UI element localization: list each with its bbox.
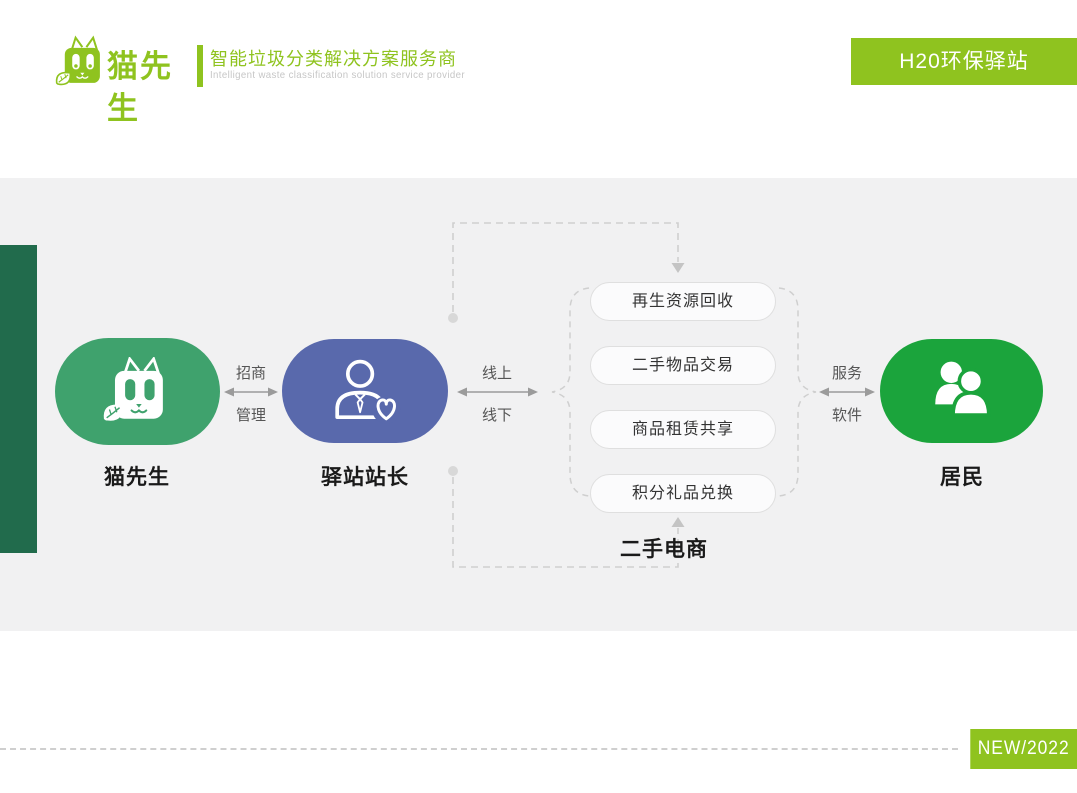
arrow1-label-bottom: 管理: [221, 404, 281, 425]
cat-icon: [101, 357, 175, 427]
brand-tagline-zh: 智能垃圾分类解决方案服务商: [210, 45, 457, 71]
arrow2-label-top: 线上: [467, 362, 527, 383]
logo-divider: [197, 45, 203, 87]
new-2022-badge: NEW/2022: [970, 729, 1077, 769]
brand-tagline-en: Intelligent waste classification solutio…: [210, 69, 465, 81]
services-group-title: 二手电商: [604, 533, 724, 563]
brand-name: 猫先生: [107, 46, 202, 88]
brace-right: [779, 288, 816, 496]
service-box-rental-sharing: 商品租赁共享: [590, 410, 776, 449]
residents-icon: [924, 358, 1000, 424]
node-maoxiansheng: [55, 338, 220, 445]
station-master-icon: [324, 355, 406, 427]
arrow3-label-top: 服务: [817, 362, 877, 383]
slide-page: 猫先生 智能垃圾分类解决方案服务商 Intelligent waste clas…: [0, 0, 1077, 793]
node-label-maoxiansheng: 猫先生: [57, 461, 217, 491]
arrow3-label-bottom: 软件: [817, 404, 877, 425]
arrow2-label-bottom: 线下: [467, 404, 527, 425]
service-box-secondhand-trade: 二手物品交易: [590, 346, 776, 385]
double-arrow-1: [224, 388, 278, 397]
brace-left: [552, 288, 589, 496]
cat-logo-icon: [54, 34, 108, 90]
node-label-yizhan-zhanzhang: 驿站站长: [285, 461, 445, 491]
double-arrow-3: [819, 388, 875, 397]
footer-dashed-line: [0, 748, 958, 750]
double-arrow-2: [457, 388, 538, 397]
node-label-jumin: 居民: [882, 461, 1042, 491]
h20-banner: H20环保驿站: [851, 38, 1077, 85]
diagram-stage: 猫先生 驿站站长 居民 再生资源回收 二手物品交易: [0, 178, 1077, 631]
node-jumin: [880, 339, 1043, 443]
left-accent-bar: [0, 245, 37, 553]
arrow1-label-top: 招商: [221, 362, 281, 383]
service-box-points-redeem: 积分礼品兑换: [590, 474, 776, 513]
header: 猫先生 智能垃圾分类解决方案服务商 Intelligent waste clas…: [0, 0, 1077, 178]
node-yizhan-zhanzhang: [282, 339, 448, 443]
service-box-recycling: 再生资源回收: [590, 282, 776, 321]
